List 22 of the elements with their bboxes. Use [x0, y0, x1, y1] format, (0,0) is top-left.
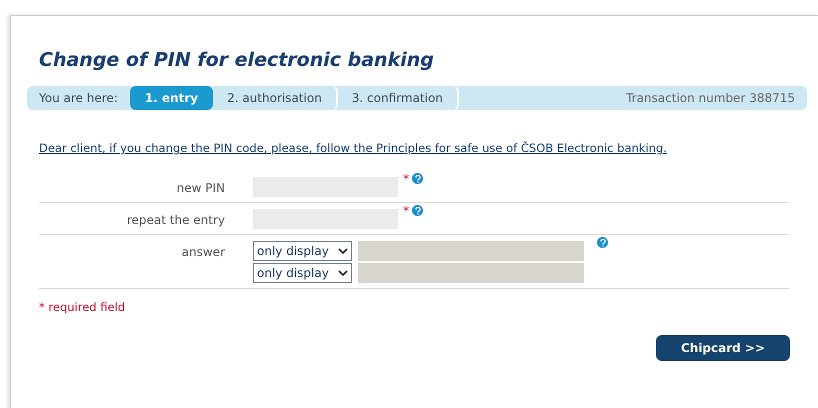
step-tab[interactable]: 2. authorisation	[213, 86, 338, 110]
dropdown[interactable]: only display	[253, 241, 352, 262]
transaction-number: Transaction number 388715	[626, 90, 796, 107]
breadcrumb-label: You are here:	[38, 90, 119, 107]
input-field[interactable]	[358, 263, 584, 284]
chevron-icon	[338, 248, 348, 255]
required-mark: *	[403, 205, 409, 218]
help-icon[interactable]	[412, 173, 423, 184]
chipcard-button[interactable]: Chipcard >>	[656, 334, 790, 360]
field-label: repeat the entry	[126, 212, 226, 230]
input-field[interactable]	[358, 241, 584, 262]
field-label: answer	[180, 244, 226, 262]
required-note: * required field	[39, 299, 126, 316]
dropdown[interactable]: only display	[253, 263, 352, 284]
help-icon[interactable]	[412, 205, 423, 216]
field-label: new PIN	[176, 180, 226, 198]
help-icon[interactable]	[597, 237, 608, 248]
principles-link[interactable]: Dear client, if you change the PIN code, please, follow the Principles for safe use of ČSOB Electronic banking.	[27, 140, 818, 158]
chevron-icon	[338, 270, 348, 277]
step-tab[interactable]: 3. confirmation	[338, 86, 459, 110]
page-title: Change of PIN for electronic banking	[38, 51, 435, 70]
required-mark: *	[403, 173, 409, 186]
